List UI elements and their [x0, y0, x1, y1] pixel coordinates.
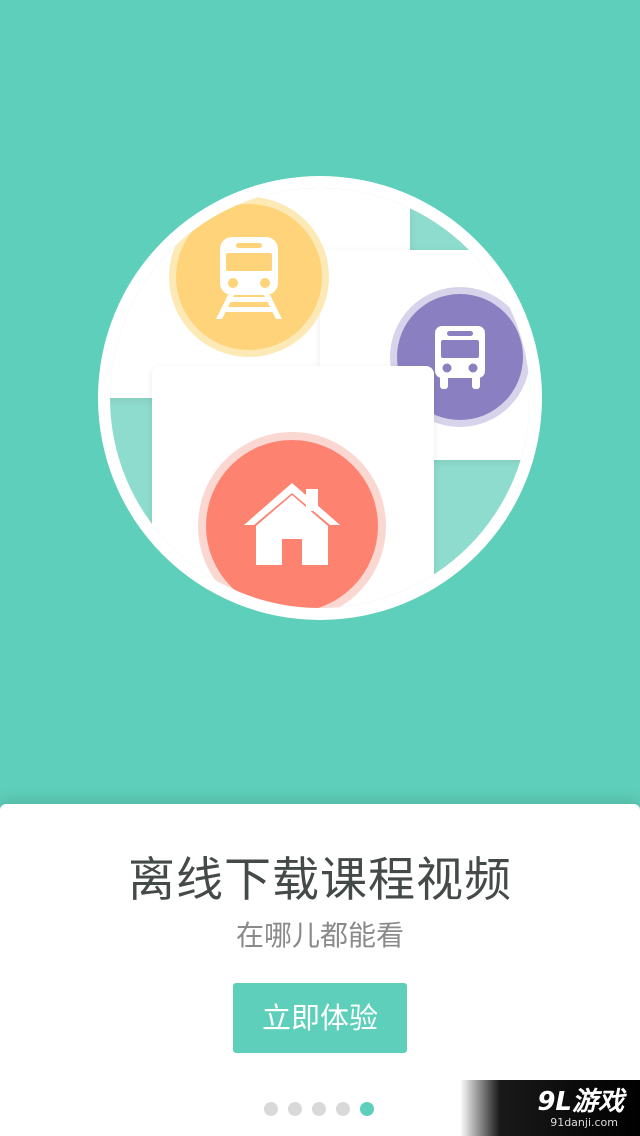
watermark-logo: 9L游戏 — [537, 1086, 624, 1117]
page-dot-1[interactable] — [264, 1102, 278, 1116]
hero-illustration-inner — [110, 188, 530, 608]
page-dot-5-active[interactable] — [360, 1102, 374, 1116]
page-dot-3[interactable] — [312, 1102, 326, 1116]
intro-panel: 离线下载课程视频 在哪儿都能看 立即体验 9L游戏 91danji.com — [0, 804, 640, 1136]
hero-illustration — [98, 176, 542, 620]
onboarding-screen: 离线下载课程视频 在哪儿都能看 立即体验 9L游戏 91danji.com — [0, 0, 640, 1136]
page-indicator — [264, 1102, 374, 1116]
train-icon — [216, 237, 282, 319]
page-title: 离线下载课程视频 — [128, 853, 512, 908]
watermark-url: 91danji.com — [550, 1115, 618, 1129]
bus-icon — [435, 326, 485, 389]
page-dot-2[interactable] — [288, 1102, 302, 1116]
train-badge — [176, 204, 322, 350]
page-dot-4[interactable] — [336, 1102, 350, 1116]
home-badge — [206, 440, 378, 608]
try-now-button[interactable]: 立即体验 — [233, 983, 407, 1053]
site-watermark: 9L游戏 91danji.com — [460, 1080, 640, 1136]
home-icon — [244, 483, 340, 565]
page-subtitle: 在哪儿都能看 — [235, 919, 404, 952]
